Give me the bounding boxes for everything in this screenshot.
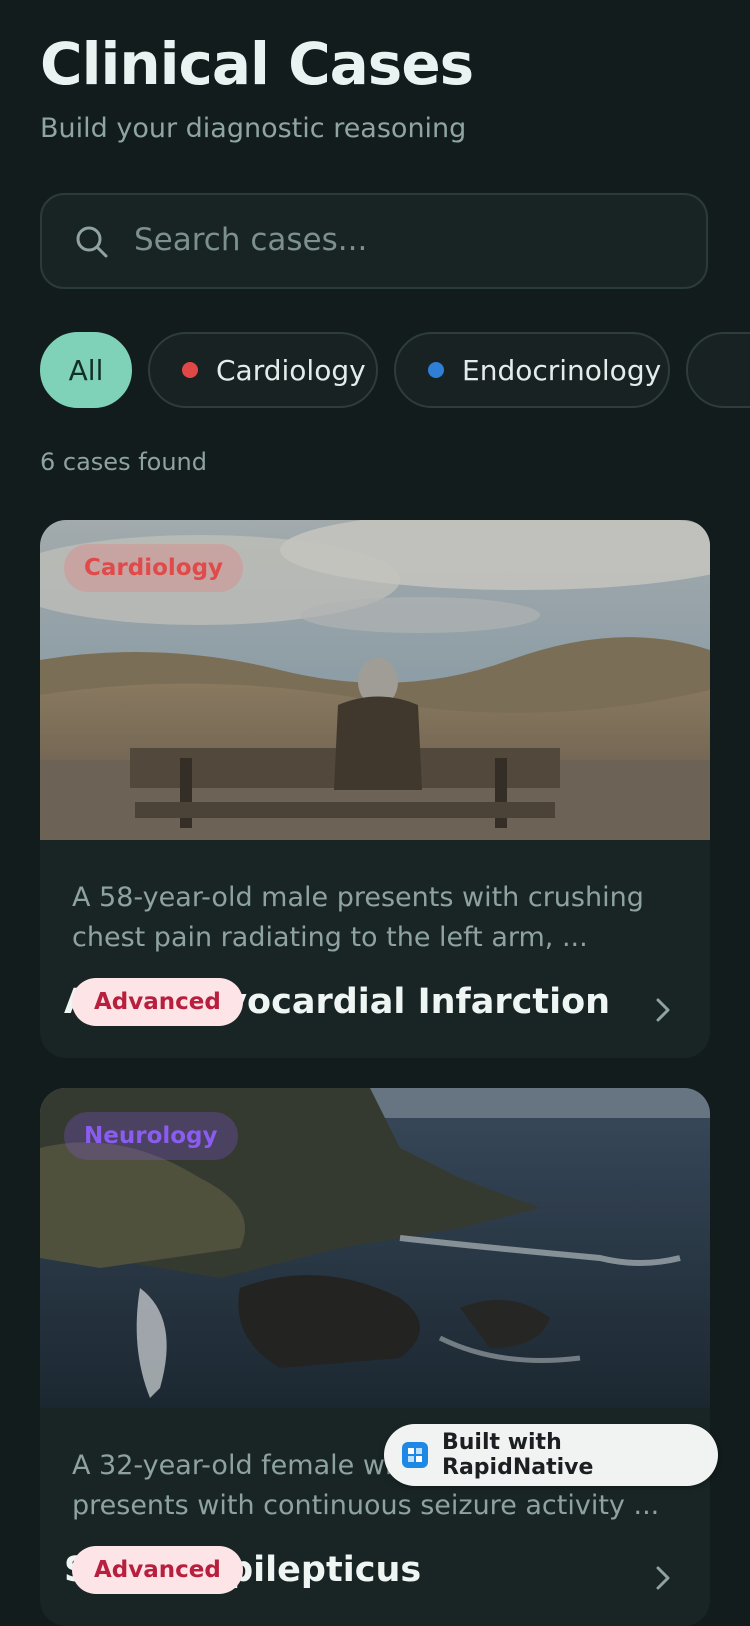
page-subtitle: Build your diagnostic reasoning	[40, 113, 467, 144]
page-title: Clinical Cases	[40, 30, 474, 98]
filter-chip-endocrinology[interactable]: Endocrinology	[394, 332, 670, 408]
filter-chip-label: All	[68, 353, 104, 387]
filter-chip-all[interactable]: All	[40, 332, 132, 408]
chevron-right-icon	[656, 998, 670, 1022]
search-placeholder: Search cases...	[134, 222, 368, 258]
filter-chips: All Cardiology Endocrinology	[40, 332, 750, 408]
difficulty-badge: Advanced	[72, 978, 243, 1026]
endocrinology-dot-icon	[428, 362, 444, 378]
search-icon	[74, 224, 110, 260]
clinical-cases-screen: Clinical Cases Build your diagnostic rea…	[0, 0, 750, 1626]
specialty-badge: Cardiology	[64, 544, 244, 592]
search-input[interactable]: Search cases...	[40, 193, 708, 289]
filter-chip-label: Endocrinology	[462, 353, 662, 387]
filter-chip-more[interactable]	[686, 332, 750, 408]
chevron-right-icon	[656, 1566, 670, 1590]
built-with-label: Built with RapidNative	[442, 1430, 594, 1480]
results-count: 6 cases found	[40, 448, 207, 476]
cardiology-dot-icon	[182, 362, 198, 378]
specialty-badge: Neurology	[64, 1112, 238, 1160]
case-card[interactable]: Cardiology A 58-year-old male presents w…	[40, 520, 710, 1058]
case-card[interactable]: Neurology A 32-year-old female with know…	[40, 1088, 710, 1626]
rapidnative-logo-icon	[402, 1442, 428, 1468]
difficulty-badge: Advanced	[72, 1546, 243, 1594]
built-with-badge[interactable]: Built with RapidNative	[384, 1424, 718, 1486]
case-description: A 58-year-old male presents with crushin…	[72, 882, 644, 953]
filter-chip-label: Cardiology	[216, 353, 366, 387]
filter-chip-cardiology[interactable]: Cardiology	[148, 332, 378, 408]
